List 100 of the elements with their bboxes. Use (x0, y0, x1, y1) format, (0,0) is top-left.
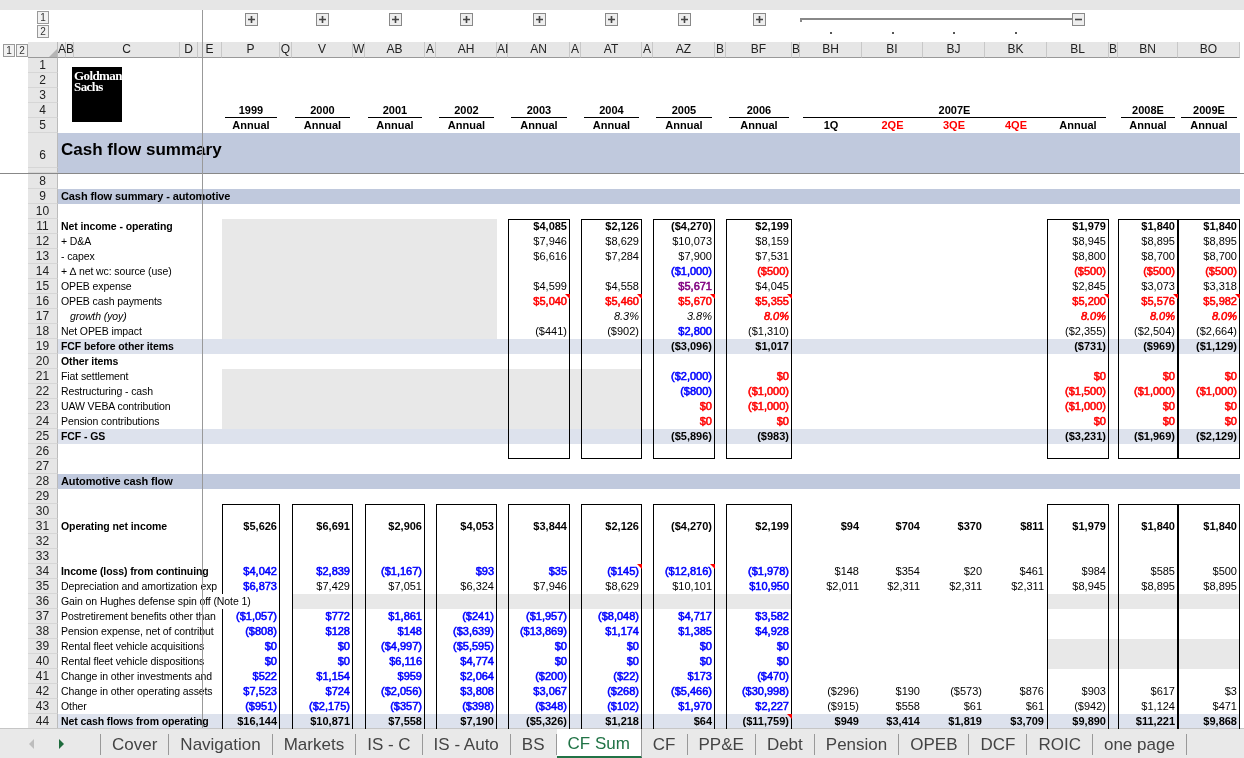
row-number[interactable]: 4 (28, 103, 58, 118)
column-header[interactable]: BK (985, 42, 1047, 58)
row-number[interactable]: 13 (28, 249, 58, 264)
row-number[interactable]: 12 (28, 234, 58, 249)
row-number[interactable]: 20 (28, 354, 58, 369)
row-number[interactable]: 18 (28, 324, 58, 339)
row-number[interactable]: 42 (28, 684, 58, 699)
row-number[interactable]: 43 (28, 699, 58, 714)
expand-button[interactable] (677, 13, 691, 26)
outline-level-button[interactable]: 2 (16, 44, 28, 57)
sheet-tab[interactable]: BS (510, 734, 557, 755)
row-number[interactable]: 25 (28, 429, 58, 444)
row-label: Other items (60, 354, 119, 369)
row-number[interactable]: 8 (28, 174, 58, 189)
sheet-tab[interactable]: ROIC (1027, 734, 1093, 755)
row-number[interactable]: 14 (28, 264, 58, 279)
column-header[interactable]: Q (280, 42, 292, 58)
outline-level-button[interactable]: 2 (37, 25, 49, 38)
collapse-button[interactable] (1072, 13, 1085, 26)
sheet-tab[interactable]: DCF (969, 734, 1028, 755)
row-number[interactable]: 39 (28, 639, 58, 654)
column-header[interactable]: AT (581, 42, 642, 58)
row-number[interactable]: 34 (28, 564, 58, 579)
sheet-tab[interactable]: PP&E (687, 734, 756, 755)
row-number[interactable]: 36 (28, 594, 58, 609)
row-number[interactable]: 26 (28, 444, 58, 459)
row-number[interactable]: 1 (28, 58, 58, 73)
row-number[interactable]: 5 (28, 118, 58, 133)
expand-button[interactable] (244, 13, 258, 26)
sheet-tab[interactable]: Pension (814, 734, 900, 755)
sheet-tab[interactable]: Debt (755, 734, 815, 755)
column-header[interactable]: AN (508, 42, 570, 58)
column-header[interactable]: D (180, 42, 198, 58)
column-header[interactable]: E (198, 42, 222, 58)
row-number[interactable]: 33 (28, 549, 58, 564)
expand-button[interactable] (605, 13, 618, 26)
column-header[interactable]: BO (1178, 42, 1240, 58)
column-header[interactable]: W (353, 42, 365, 58)
sheet-tab[interactable]: CF Sum (556, 729, 642, 758)
sheet-tab[interactable]: IS - Auto (422, 734, 511, 755)
row-number[interactable]: 10 (28, 204, 58, 219)
table-cell: ($2,129) (1196, 429, 1237, 444)
table-cell: $3,414 (886, 714, 920, 729)
sheet-tab[interactable]: CF (641, 734, 688, 755)
column-header[interactable]: AB (365, 42, 425, 58)
row-number[interactable]: 40 (28, 654, 58, 669)
column-header[interactable]: AZ (653, 42, 715, 58)
row-number[interactable]: 19 (28, 339, 58, 354)
row-number[interactable]: 3 (28, 88, 58, 103)
row-number[interactable]: 41 (28, 669, 58, 684)
row-number[interactable]: 37 (28, 609, 58, 624)
table-cell: $0 (1093, 369, 1106, 384)
row-number[interactable]: 23 (28, 399, 58, 414)
outline-level-button[interactable]: 1 (3, 44, 15, 57)
expand-button[interactable] (460, 13, 473, 26)
row-number[interactable]: 31 (28, 519, 58, 534)
expand-button[interactable] (752, 13, 766, 26)
table-cell: $4,085 (533, 219, 567, 234)
row-number[interactable]: 21 (28, 369, 58, 384)
row-number[interactable]: 9 (28, 189, 58, 204)
row-number[interactable]: 35 (28, 579, 58, 594)
row-number[interactable]: 27 (28, 459, 58, 474)
expand-button[interactable] (388, 13, 402, 26)
sheet-tab[interactable]: Navigation (169, 734, 273, 755)
row-number[interactable]: 15 (28, 279, 58, 294)
column-header[interactable]: BI (862, 42, 923, 58)
row-number[interactable]: 17 (28, 309, 58, 324)
period-label: Annual (739, 118, 779, 133)
sheet-tab[interactable]: one page (1092, 734, 1187, 755)
column-header[interactable]: BJ (923, 42, 985, 58)
column-header[interactable]: BH (800, 42, 862, 58)
sheet-tab[interactable]: OPEB (899, 734, 970, 755)
column-header[interactable]: BL (1047, 42, 1109, 58)
column-header[interactable]: AH (436, 42, 497, 58)
row-number[interactable]: 30 (28, 504, 58, 519)
table-cell: $6,873 (243, 579, 277, 594)
sheet-tab[interactable]: IS - C (356, 734, 423, 755)
row-number[interactable]: 22 (28, 384, 58, 399)
row-number[interactable]: 16 (28, 294, 58, 309)
row-number[interactable]: 6 (28, 133, 58, 168)
row-number[interactable]: 32 (28, 534, 58, 549)
sheet-tab[interactable]: Markets (272, 734, 357, 755)
column-header[interactable]: A (58, 42, 66, 58)
sheet-tab[interactable]: Cover (100, 734, 170, 755)
column-header[interactable]: C (74, 42, 180, 58)
row-number[interactable]: 24 (28, 414, 58, 429)
expand-button[interactable] (532, 13, 546, 26)
row-number[interactable]: 29 (28, 489, 58, 504)
column-header[interactable]: BF (726, 42, 792, 58)
table-cell: ($2,175) (309, 699, 350, 714)
column-header[interactable]: BN (1118, 42, 1178, 58)
row-number[interactable]: 28 (28, 474, 58, 489)
expand-button[interactable] (316, 13, 329, 26)
row-number[interactable]: 38 (28, 624, 58, 639)
row-number[interactable]: 11 (28, 219, 58, 234)
period-label: Annual (1128, 118, 1168, 133)
column-header[interactable]: V (292, 42, 353, 58)
row-number[interactable]: 2 (28, 73, 58, 88)
outline-level-button[interactable]: 1 (37, 11, 49, 24)
column-header[interactable]: P (222, 42, 280, 58)
